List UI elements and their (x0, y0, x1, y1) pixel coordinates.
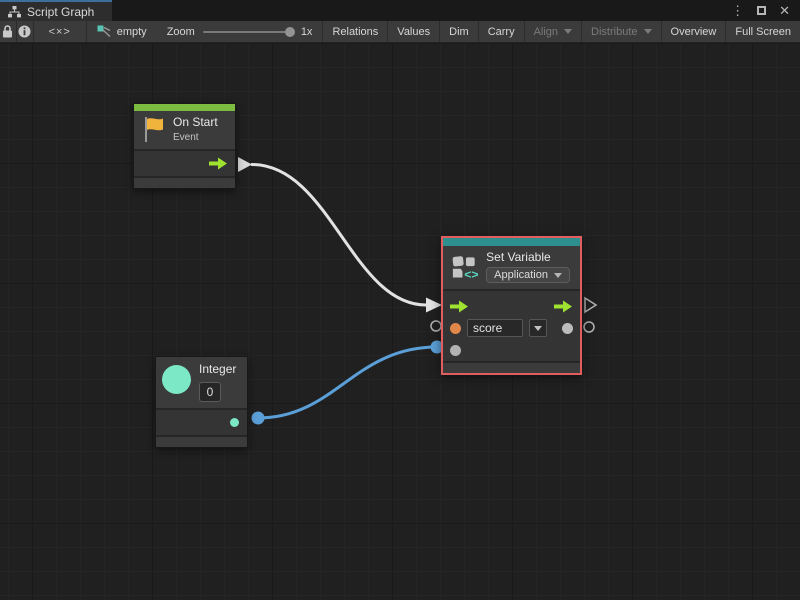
window-controls: ⋮ ✕ (731, 0, 800, 21)
graph-hierarchy-icon (8, 6, 21, 18)
variable-name-field[interactable]: score (467, 319, 523, 337)
integer-type-icon (162, 365, 191, 394)
carry-button[interactable]: Carry (479, 21, 525, 42)
zoom-slider[interactable] (203, 31, 293, 33)
zoom-label: Zoom (167, 26, 195, 38)
flow-output-port[interactable] (209, 157, 228, 170)
distribute-button[interactable]: Distribute (582, 21, 661, 42)
control-flow-wire[interactable] (252, 165, 426, 306)
value-output-port[interactable] (562, 323, 573, 334)
flow-input-port[interactable] (450, 300, 469, 313)
info-button[interactable] (17, 21, 34, 42)
graph-toolbar: <×> empty Zoom 1x Relations Values Dim C… (0, 21, 800, 43)
chevron-down-icon (554, 273, 562, 278)
value-output-outer-port[interactable] (584, 322, 594, 332)
chevron-down-icon (644, 29, 652, 34)
node-set-variable[interactable]: <> Set Variable Application (441, 236, 582, 375)
relations-button[interactable]: Relations (323, 21, 388, 42)
graph-pointer-icon (97, 25, 111, 38)
flow-wire-start-arrow-icon (238, 157, 252, 172)
maximize-icon[interactable] (757, 6, 766, 15)
overview-button[interactable]: Overview (662, 21, 727, 42)
zoom-slider-handle[interactable] (285, 27, 295, 37)
value-wire[interactable] (258, 347, 437, 418)
graph-breadcrumb[interactable]: empty (87, 21, 157, 42)
node-title: On Start (173, 116, 218, 129)
active-tab-accent (0, 0, 112, 2)
tab-label: Script Graph (27, 5, 94, 19)
tab-bar: Script Graph ⋮ ✕ (0, 0, 800, 21)
flag-icon (143, 116, 165, 143)
integer-value-field[interactable]: 0 (199, 382, 221, 402)
distribute-label: Distribute (591, 26, 637, 38)
align-label: Align (534, 26, 558, 38)
lock-icon (2, 25, 13, 38)
zoom-value: 1x (301, 26, 313, 38)
node-subtitle: Event (173, 132, 218, 143)
info-icon (18, 25, 31, 38)
integer-output-port[interactable] (230, 418, 239, 427)
value-wire-start-dot (252, 412, 265, 425)
toolbar-right-group: Relations Values Dim Carry Align Distrib… (322, 21, 800, 42)
node-footer (443, 361, 580, 373)
node-title: Integer (199, 363, 236, 376)
tab-script-graph[interactable]: Script Graph (0, 0, 112, 21)
more-icon[interactable]: ⋮ (731, 4, 744, 17)
code-preview-button[interactable]: <×> (34, 21, 87, 42)
node-on-start[interactable]: On Start Event (133, 103, 236, 189)
svg-text:<>: <> (464, 267, 478, 281)
value-input-port[interactable] (450, 345, 461, 356)
graph-canvas[interactable]: On Start Event <> (0, 43, 800, 600)
scope-value: Application (494, 269, 548, 281)
name-input-outer-port[interactable] (431, 321, 441, 331)
breadcrumb-label: empty (117, 26, 147, 38)
values-button[interactable]: Values (388, 21, 440, 42)
node-footer (134, 176, 235, 188)
align-button[interactable]: Align (525, 21, 582, 42)
script-graph-window: Script Graph ⋮ ✕ <×> (0, 0, 800, 600)
event-stripe (134, 104, 235, 111)
close-icon[interactable]: ✕ (779, 4, 790, 17)
zoom-control: Zoom 1x (157, 21, 323, 42)
flow-output-outer-port[interactable] (585, 298, 596, 312)
node-integer[interactable]: Integer 0 (155, 356, 248, 448)
variable-name-dropdown-button[interactable] (529, 319, 547, 337)
flow-output-port[interactable] (554, 300, 573, 313)
chevron-down-icon (564, 29, 572, 34)
flow-wire-end-arrow-icon (426, 298, 442, 313)
lock-button[interactable] (0, 21, 17, 42)
variable-stripe (443, 238, 580, 246)
fullscreen-button[interactable]: Full Screen (726, 21, 800, 42)
chevron-down-icon (534, 326, 542, 331)
variable-scope-dropdown[interactable]: Application (486, 267, 570, 283)
set-variable-icon: <> (452, 253, 478, 281)
node-footer (156, 435, 247, 447)
wire-layer (0, 43, 800, 600)
variable-name-port[interactable] (450, 323, 461, 334)
node-title: Set Variable (486, 251, 570, 264)
dim-button[interactable]: Dim (440, 21, 479, 42)
